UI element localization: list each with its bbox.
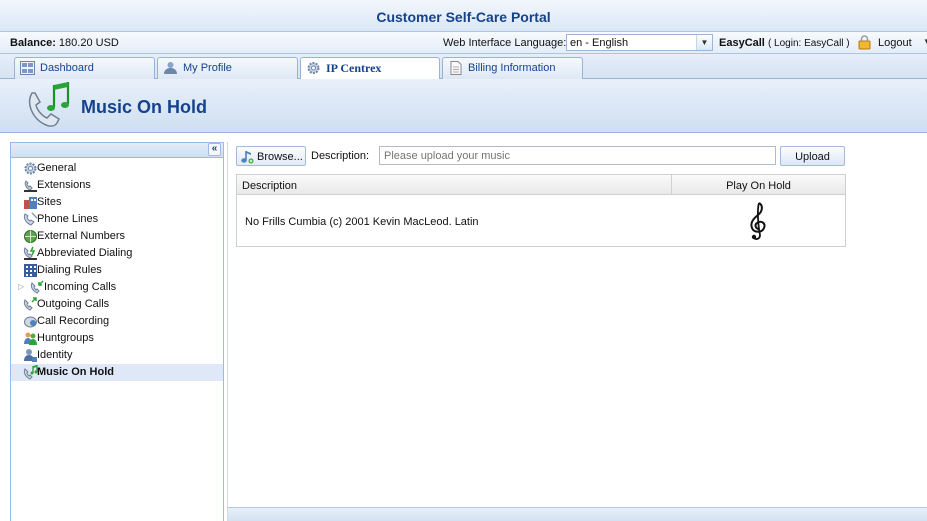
sidebar-header: « [11,143,223,158]
tab-bar: Dashboard My Profile IP Centrex Billing … [0,54,927,80]
tab-billing-information[interactable]: Billing Information [442,57,583,79]
dialing-rules-icon [24,264,37,277]
sidebar-item-abbreviated-dialing[interactable]: Abbreviated Dialing [11,245,223,262]
description-field-wrapper [379,146,776,165]
sidebar-item-label: Phone Lines [37,213,99,225]
language-value: en - English [570,37,629,49]
external-numbers-icon [24,230,37,243]
document-icon [450,61,462,75]
sidebar-item-label: Abbreviated Dialing [37,247,133,259]
page-banner: Music On Hold [0,79,927,133]
tab-billing-information-label: Billing Information [468,62,556,74]
sidebar-item-label: Extensions [37,179,91,191]
description-input[interactable] [380,147,775,164]
call-recording-icon [24,316,37,328]
tab-my-profile-label: My Profile [183,62,232,74]
sidebar-item-label: Incoming Calls [44,281,117,293]
music-note-icon [241,151,254,164]
portal-header: Customer Self-Care Portal [0,0,927,32]
music-on-hold-icon [23,365,38,380]
sidebar-item-music-on-hold[interactable]: Music On Hold [11,364,223,381]
row-description: No Frills Cumbia (c) 2001 Kevin MacLeod.… [245,216,479,228]
sidebar-item-label: Sites [37,196,62,208]
caret-down-icon: ▼ [923,37,927,46]
upload-button[interactable]: Upload [780,146,845,166]
gear-icon [307,62,320,74]
logout-label: Logout [878,37,912,49]
sidebar-nav: General Extensions Sites Phone Lines Ext… [11,160,223,381]
sidebar-item-label: Dialing Rules [37,264,102,276]
phone-lines-icon [23,212,38,226]
expand-arrow-icon[interactable]: ▷ [18,282,24,291]
sidebar-item-outgoing-calls[interactable]: Outgoing Calls [11,296,223,313]
huntgroups-icon [24,332,37,345]
sidebar-item-incoming-calls[interactable]: ▷ Incoming Calls [11,279,223,296]
sidebar-item-external-numbers[interactable]: External Numbers [11,228,223,245]
column-header-play-on-hold[interactable]: Play On Hold [672,180,845,192]
page-title: Music On Hold [81,97,207,117]
sidebar: « General Extensions Sites Phone Lines E… [10,142,224,521]
sidebar-item-huntgroups[interactable]: Huntgroups [11,330,223,347]
sidebar-item-dialing-rules[interactable]: Dialing Rules [11,262,223,279]
status-bar [228,507,927,521]
identity-icon [24,349,37,362]
phone-music-icon [28,82,70,127]
user-login: ( Login: EasyCall ) [767,38,850,49]
tab-ip-centrex[interactable]: IP Centrex [300,57,440,80]
info-bar: Balance: 180.20 USD Web Interface Langua… [0,32,927,54]
grid-header: Description Play On Hold [237,175,845,195]
collapse-sidebar-button[interactable]: « [208,143,221,156]
sidebar-item-label: General [37,162,77,174]
tab-ip-centrex-label: IP Centrex [326,61,382,75]
column-header-description[interactable]: Description [242,180,297,192]
table-row[interactable]: No Frills Cumbia (c) 2001 Kevin MacLeod.… [237,196,845,246]
sidebar-item-label: Identity [37,349,73,361]
lock-icon [858,35,871,50]
sites-icon [24,197,37,209]
browse-label: Browse... [257,151,303,163]
music-grid: Description Play On Hold No Frills Cumbi… [236,174,846,247]
portal-title: Customer Self-Care Portal [376,9,551,25]
user-info: EasyCall ( Login: EasyCall ) [719,37,850,49]
sidebar-item-label: Outgoing Calls [37,298,110,310]
description-label: Description: [311,150,370,162]
language-label: Web Interface Language: [443,37,567,49]
extensions-icon [24,180,37,192]
sidebar-item-sites[interactable]: Sites [11,194,223,211]
tab-my-profile[interactable]: My Profile [157,57,298,79]
browse-button[interactable]: Browse... [236,146,306,166]
upload-label: Upload [795,151,830,163]
sidebar-item-label: Huntgroups [37,332,94,344]
abbreviated-dialing-icon [23,246,37,260]
sidebar-item-label: Music On Hold [37,366,114,378]
sidebar-item-extensions[interactable]: Extensions [11,177,223,194]
chevron-down-icon[interactable]: ▼ [696,35,712,50]
main-panel: Browse... Description: Upload Descriptio… [227,142,927,521]
balance-label: Balance: [10,37,56,49]
balance: Balance: 180.20 USD [10,37,119,49]
dashboard-icon [20,61,35,75]
tab-dashboard[interactable]: Dashboard [14,57,155,79]
user-name: EasyCall [719,37,765,49]
sidebar-item-label: Call Recording [37,315,110,327]
incoming-calls-icon [30,280,44,294]
sidebar-item-label: External Numbers [37,230,126,242]
balance-value: 180.20 USD [58,37,119,49]
gear-icon [24,162,37,175]
sidebar-item-phone-lines[interactable]: Phone Lines [11,211,223,228]
outgoing-calls-icon [23,297,37,311]
language-select[interactable]: en - English ▼ [566,34,713,51]
sidebar-item-general[interactable]: General [11,160,223,177]
tab-dashboard-label: Dashboard [40,62,94,74]
treble-clef-icon[interactable] [747,201,769,241]
sidebar-item-call-recording[interactable]: Call Recording [11,313,223,330]
profile-icon [164,62,177,74]
sidebar-item-identity[interactable]: Identity [11,347,223,364]
